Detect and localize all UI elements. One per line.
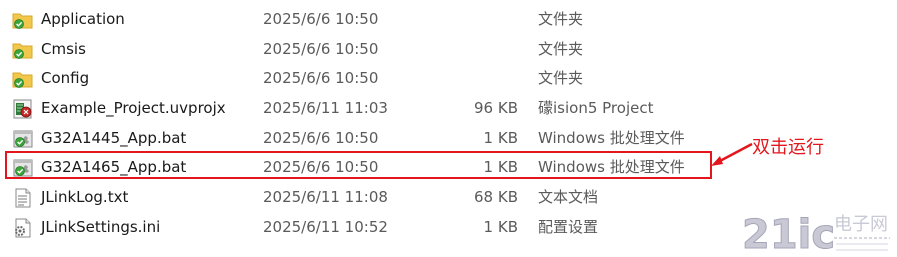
file-name: JLinkSettings.ini — [41, 217, 161, 236]
date-modified: 2025/6/11 11:08 — [263, 188, 388, 207]
file-name: Cmsis — [41, 39, 86, 58]
file-name: Example_Project.uvprojx — [41, 99, 226, 118]
list-item-jlinksettings-ini[interactable]: JLinkSettings.ini 2025/6/11 10:52 1 KB 配… — [0, 213, 740, 243]
annotation-arrow — [711, 142, 753, 166]
date-modified: 2025/6/6 10:50 — [263, 69, 379, 88]
file-size: 68 KB — [474, 188, 518, 207]
folder-icon — [12, 10, 34, 30]
text-file-icon — [12, 188, 34, 208]
file-type: Windows 批处理文件 — [538, 158, 685, 177]
date-modified: 2025/6/6 10:50 — [263, 10, 379, 28]
file-size: 1 KB — [483, 128, 518, 147]
file-type: Windows 批处理文件 — [538, 128, 685, 147]
file-size: 1 KB — [483, 217, 518, 236]
folder-icon — [12, 69, 34, 89]
list-item-example-project[interactable]: Example_Project.uvprojx 2025/6/11 11:03 … — [0, 94, 740, 124]
file-size: 1 KB — [483, 158, 518, 177]
file-type: 文件夹 — [538, 10, 584, 28]
date-modified: 2025/6/6 10:50 — [263, 158, 379, 177]
file-name: G32A1445_App.bat — [41, 128, 187, 147]
file-name: G32A1465_App.bat — [41, 158, 187, 177]
annotation-label: 双击运行 — [752, 137, 824, 158]
batch-file-icon — [12, 129, 34, 149]
list-item-cmsis[interactable]: Cmsis 2025/6/6 10:50 文件夹 — [0, 35, 740, 65]
list-item-jlinklog-txt[interactable]: JLinkLog.txt 2025/6/11 11:08 68 KB 文本文档 — [0, 183, 740, 213]
file-name: Application — [41, 10, 125, 28]
date-modified: 2025/6/11 11:03 — [263, 99, 388, 118]
file-type: 配置设置 — [538, 217, 599, 236]
date-modified: 2025/6/6 10:50 — [263, 39, 379, 58]
list-item-g32a1445-bat[interactable]: G32A1445_App.bat 2025/6/6 10:50 1 KB Win… — [0, 124, 740, 154]
file-type: 文件夹 — [538, 69, 584, 88]
file-type: 文本文档 — [538, 188, 599, 207]
file-name: Config — [41, 69, 90, 88]
file-name: JLinkLog.txt — [41, 188, 129, 207]
list-item-config[interactable]: Config 2025/6/6 10:50 文件夹 — [0, 64, 740, 94]
list-item-g32a1465-bat[interactable]: G32A1465_App.bat 2025/6/6 10:50 1 KB Win… — [0, 153, 740, 183]
file-type: 礞ision5 Project — [538, 99, 654, 118]
svg-text:21ic: 21ic — [742, 212, 835, 256]
keil-project-icon — [12, 99, 34, 119]
watermark-logo: 21ic 电子网 — [742, 212, 890, 256]
settings-file-icon — [12, 218, 34, 238]
list-item-application[interactable]: Application 2025/6/6 10:50 文件夹 — [0, 5, 740, 35]
file-list: Application 2025/6/6 10:50 文件夹 Cmsis 202… — [0, 5, 740, 243]
date-modified: 2025/6/11 10:52 — [263, 217, 388, 236]
svg-text:电子网: 电子网 — [834, 214, 888, 235]
file-type: 文件夹 — [538, 39, 584, 58]
batch-file-icon — [12, 158, 34, 178]
date-modified: 2025/6/6 10:50 — [263, 128, 379, 147]
file-size: 96 KB — [474, 99, 518, 118]
folder-icon — [12, 40, 34, 60]
